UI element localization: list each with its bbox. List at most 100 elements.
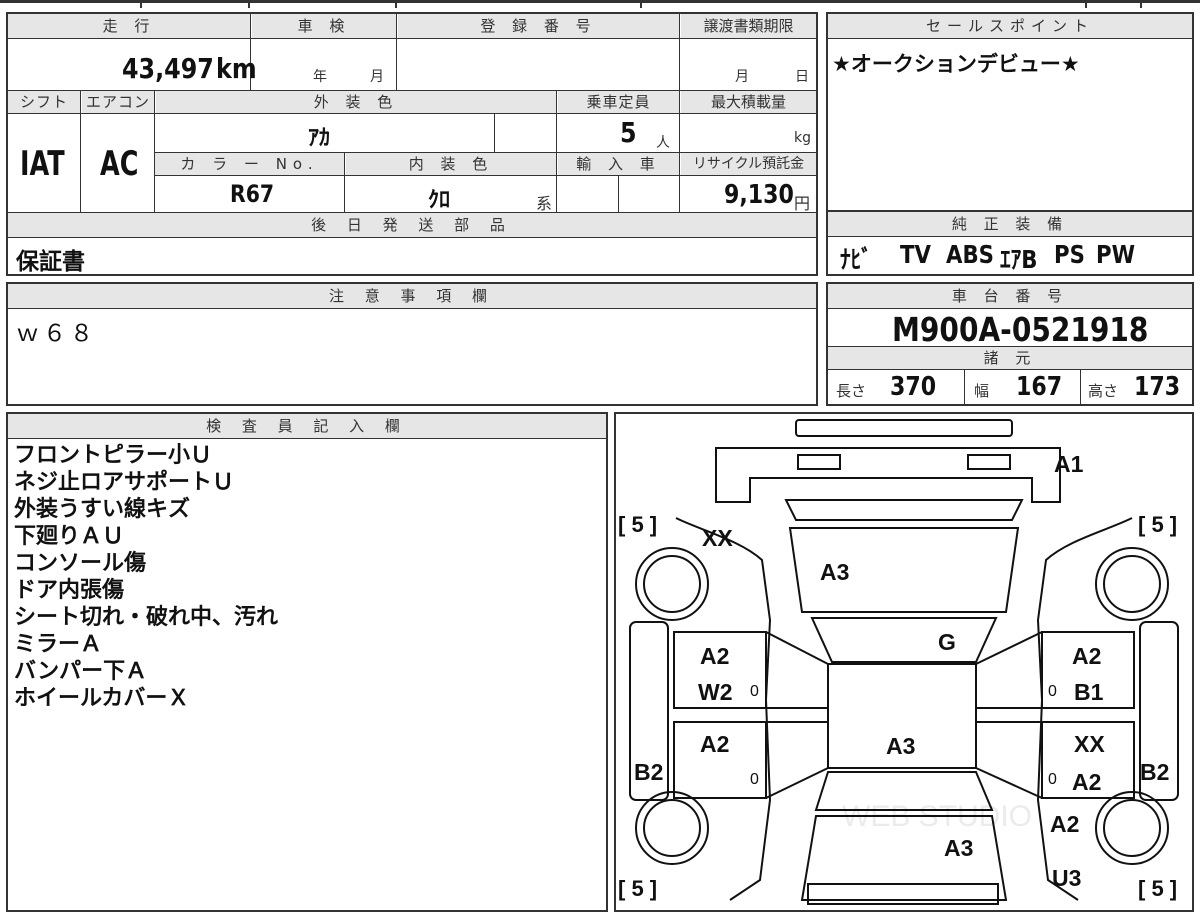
front-panel-outline bbox=[715, 447, 1061, 503]
col-line bbox=[396, 14, 397, 90]
row-line bbox=[8, 438, 606, 439]
headlight-left bbox=[797, 454, 841, 470]
inspector-box: 検 査 員 記 入 欄 フロントピラー小Ｕ ネジ止ロアサポートＵ 外装うすい線キ… bbox=[6, 412, 608, 912]
interior-suffix: 系 bbox=[536, 194, 553, 213]
col-line bbox=[679, 14, 680, 90]
sales-point-text: ★オークションデビュー★ bbox=[832, 52, 1080, 76]
ac-value: AC bbox=[100, 144, 139, 184]
interior-color-label: 内 装 色 bbox=[346, 153, 556, 175]
tire-label-bl: [ 5 ] bbox=[618, 876, 657, 901]
hood-code: A3 bbox=[820, 559, 849, 585]
windshield-outline bbox=[810, 617, 998, 663]
equipment-ps: PS bbox=[1054, 240, 1085, 269]
chassis-number: M900A-0521918 bbox=[892, 310, 1149, 349]
capacity-unit: 人 bbox=[656, 135, 670, 151]
remark-item: ネジ止ロアサポートＵ bbox=[14, 470, 235, 495]
top-divider bbox=[640, 0, 642, 8]
shaken-month: 月 bbox=[370, 69, 384, 85]
remark-item: 下廻りＡＵ bbox=[14, 524, 125, 549]
shaken-year: 年 bbox=[313, 69, 327, 85]
equipment-abs: ABS bbox=[946, 240, 994, 269]
height-value: 173 bbox=[1134, 372, 1181, 402]
tire-rear-left-inner bbox=[643, 799, 701, 857]
row-line bbox=[8, 308, 816, 309]
mileage-value: 43,497 bbox=[122, 52, 214, 85]
car-diagram: [ 5 ] [ 5 ] [ 5 ] [ 5 ] A1 XX A3 G A2 W2… bbox=[618, 419, 1179, 905]
rr-door-code-1: XX bbox=[1074, 731, 1105, 757]
remarks-list: フロントピラー小Ｕ ネジ止ロアサポートＵ 外装うすい線キズ 下廻りＡＵ コンソー… bbox=[14, 442, 278, 712]
equipment-pw: PW bbox=[1096, 240, 1136, 269]
sales-point-label: セールスポイント bbox=[828, 14, 1192, 38]
tire-front-right bbox=[1095, 547, 1169, 621]
mark-rl: 0 bbox=[750, 771, 759, 788]
height-label: 高さ bbox=[1088, 382, 1119, 400]
tire-label-tl: [ 5 ] bbox=[618, 512, 657, 537]
mark-rr: 0 bbox=[1048, 771, 1057, 788]
interior-color-value: ｸﾛ bbox=[428, 188, 451, 213]
width-value: 167 bbox=[1016, 372, 1063, 402]
windshield-code: G bbox=[938, 629, 956, 655]
rear-bumper-code: U3 bbox=[1052, 865, 1081, 891]
genuine-equipment-label: 純 正 装 備 bbox=[828, 212, 1192, 236]
row-line bbox=[8, 113, 816, 114]
exterior-color-label: 外 装 色 bbox=[156, 91, 556, 113]
recycle-fee-value: 9,130 bbox=[724, 180, 794, 210]
max-load-unit: kg bbox=[794, 130, 811, 146]
tire-rear-left bbox=[635, 791, 709, 865]
chassis-label: 車 台 番 号 bbox=[828, 284, 1192, 308]
top-divider bbox=[1085, 0, 1087, 8]
front-bumper-outline bbox=[795, 419, 1013, 437]
length-label: 長さ bbox=[836, 382, 867, 400]
remark-item: フロントピラー小Ｕ bbox=[14, 443, 213, 468]
trunk-code: A3 bbox=[944, 835, 973, 861]
notes-label: 注 意 事 項 欄 bbox=[8, 284, 816, 308]
col-line bbox=[1080, 370, 1081, 404]
later-parts-text: 保証書 bbox=[16, 249, 85, 275]
tire-front-left-inner bbox=[643, 555, 701, 613]
shift-label: シフト bbox=[8, 91, 80, 113]
tire-front-right-inner bbox=[1103, 555, 1161, 613]
exterior-color-value: ｱｶ bbox=[308, 126, 331, 151]
notes-box: 注 意 事 項 欄 ｗ６８ bbox=[6, 282, 818, 406]
row-line bbox=[828, 38, 1192, 39]
notes-text: ｗ６８ bbox=[16, 321, 97, 347]
tire-rear-right bbox=[1095, 791, 1169, 865]
width-label: 幅 bbox=[974, 382, 990, 400]
transfer-month: 月 bbox=[735, 69, 749, 85]
row-line bbox=[154, 175, 816, 176]
grille-outline bbox=[784, 499, 1024, 521]
inspector-label: 検 査 員 記 入 欄 bbox=[8, 414, 606, 438]
import-label: 輸 入 車 bbox=[558, 153, 679, 175]
row-line bbox=[8, 38, 816, 39]
tire-label-br: [ 5 ] bbox=[1138, 876, 1177, 901]
left-panel-code: B2 bbox=[634, 759, 663, 785]
recycle-unit: 円 bbox=[794, 194, 811, 213]
fl-door-code-1: A2 bbox=[700, 643, 729, 669]
equipment-airbag: ｴｱB bbox=[1000, 245, 1038, 274]
capacity-value: 5 bbox=[620, 116, 637, 149]
col-line bbox=[618, 176, 619, 212]
transfer-day: 日 bbox=[795, 69, 809, 85]
remark-item: バンパー下Ａ bbox=[14, 659, 148, 684]
fr-door-code-2: B1 bbox=[1074, 679, 1104, 705]
rr-door-code-2: A2 bbox=[1072, 769, 1101, 795]
col-line bbox=[494, 114, 495, 152]
equipment-tv: TV bbox=[900, 240, 931, 269]
top-divider bbox=[140, 0, 142, 8]
mileage-unit: km bbox=[216, 52, 257, 85]
top-divider bbox=[395, 0, 397, 8]
mark-fr: 0 bbox=[1048, 683, 1057, 700]
mark-fl: 0 bbox=[750, 683, 759, 700]
shaken-label: 車 検 bbox=[252, 14, 396, 38]
row-line bbox=[828, 308, 1192, 309]
max-load-label: 最大積載量 bbox=[681, 91, 816, 113]
remark-item: ホイールカバーＸ bbox=[14, 686, 190, 711]
tire-rear-right-inner bbox=[1103, 799, 1161, 857]
front-bumper-code: A1 bbox=[1054, 451, 1084, 477]
remark-item: シート切れ・破れ中、汚れ bbox=[14, 605, 279, 630]
hood-left-code: XX bbox=[702, 525, 733, 551]
fl-door-code-2: W2 bbox=[698, 679, 733, 705]
tire-front-left bbox=[635, 547, 709, 621]
remark-item: ミラーＡ bbox=[14, 632, 103, 657]
later-parts-label: 後 日 発 送 部 品 bbox=[8, 213, 816, 237]
